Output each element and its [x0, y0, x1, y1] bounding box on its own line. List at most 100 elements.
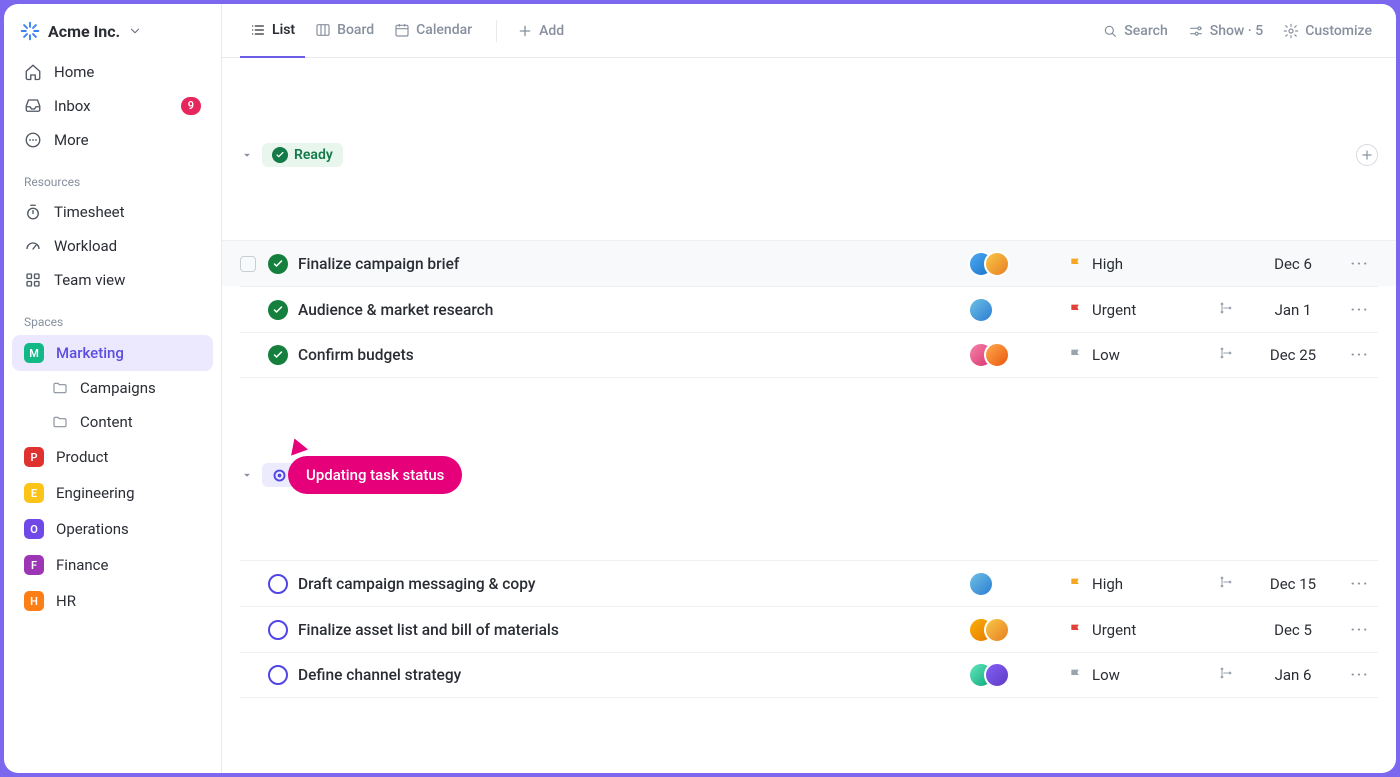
- workspace-switcher[interactable]: Acme Inc.: [12, 14, 213, 53]
- status-inprogress-icon[interactable]: [268, 665, 288, 685]
- nav-home[interactable]: Home: [12, 55, 213, 89]
- space-operations[interactable]: O Operations: [12, 511, 213, 547]
- group-header: Ready: [240, 68, 1378, 240]
- subtasks-cell[interactable]: [1208, 345, 1244, 365]
- row-more-button[interactable]: ···: [1342, 256, 1378, 272]
- flag-icon: [1068, 667, 1084, 683]
- status-done-icon[interactable]: [268, 254, 288, 274]
- add-view-button[interactable]: Add: [511, 19, 570, 43]
- space-label: Operations: [56, 520, 129, 538]
- view-tab-calendar[interactable]: Calendar: [384, 4, 482, 58]
- space-icon: P: [24, 447, 44, 467]
- main-panel: List Board Calendar Add Search Show · 5 …: [222, 4, 1396, 773]
- group-ready: Ready Finalize campaign brief High Dec 6…: [240, 68, 1378, 378]
- subtasks-cell[interactable]: [1208, 574, 1244, 594]
- row-more-button[interactable]: ···: [1342, 622, 1378, 638]
- task-row[interactable]: Draft campaign messaging & copy High Dec…: [240, 560, 1378, 606]
- task-row[interactable]: Define channel strategy Low Jan 6 ···: [240, 652, 1378, 698]
- priority-cell[interactable]: Low: [1068, 666, 1198, 684]
- priority-cell[interactable]: Urgent: [1068, 621, 1198, 639]
- status-done-icon[interactable]: [268, 345, 288, 365]
- row-checkbox[interactable]: [240, 256, 256, 272]
- priority-cell[interactable]: Urgent: [1068, 301, 1198, 319]
- row-more-button[interactable]: ···: [1342, 302, 1378, 318]
- task-name[interactable]: Finalize campaign brief: [298, 255, 958, 273]
- row-more-button[interactable]: ···: [1342, 667, 1378, 683]
- task-name[interactable]: Confirm budgets: [298, 346, 958, 364]
- avatar[interactable]: [984, 662, 1010, 688]
- task-row[interactable]: Finalize asset list and bill of material…: [240, 606, 1378, 652]
- view-tab-board[interactable]: Board: [305, 4, 384, 58]
- date-cell[interactable]: Dec 5: [1254, 621, 1332, 639]
- space-engineering[interactable]: E Engineering: [12, 475, 213, 511]
- date-cell[interactable]: Dec 25: [1254, 346, 1332, 364]
- folder-content[interactable]: Content: [12, 405, 213, 439]
- resource-team-view[interactable]: Team view: [12, 263, 213, 297]
- priority-cell[interactable]: High: [1068, 255, 1198, 273]
- inbox-icon: [24, 97, 42, 115]
- topbar: List Board Calendar Add Search Show · 5 …: [222, 4, 1396, 58]
- add-task-button[interactable]: [1356, 144, 1378, 166]
- group-label: Ready: [294, 147, 333, 163]
- avatar[interactable]: [968, 571, 994, 597]
- status-inprogress-icon[interactable]: [268, 574, 288, 594]
- search-button[interactable]: Search: [1096, 19, 1173, 43]
- status-done-icon[interactable]: [268, 300, 288, 320]
- app-logo-icon: [20, 21, 40, 41]
- show-button[interactable]: Show · 5: [1182, 19, 1269, 43]
- task-name[interactable]: Finalize asset list and bill of material…: [298, 621, 958, 639]
- space-icon: H: [24, 591, 44, 611]
- space-hr[interactable]: H HR: [12, 583, 213, 619]
- date-cell[interactable]: Dec 6: [1254, 255, 1332, 273]
- group-chip[interactable]: Ready: [262, 143, 343, 167]
- caret-down-icon[interactable]: [240, 400, 254, 550]
- grid-icon: [24, 271, 42, 289]
- resource-label: Team view: [54, 271, 125, 289]
- row-more-button[interactable]: ···: [1342, 576, 1378, 592]
- assignees-cell: [968, 297, 1058, 323]
- customize-button[interactable]: Customize: [1277, 19, 1378, 43]
- nav-more[interactable]: More: [12, 123, 213, 157]
- avatar[interactable]: [984, 342, 1010, 368]
- date-cell[interactable]: Jan 6: [1254, 666, 1332, 684]
- group-todo: To Do Schedule kickoff meeting High May …: [240, 708, 1378, 773]
- gauge-icon: [24, 237, 42, 255]
- date-cell[interactable]: Dec 15: [1254, 575, 1332, 593]
- avatar[interactable]: [968, 297, 994, 323]
- task-name[interactable]: Define channel strategy: [298, 666, 958, 684]
- avatar[interactable]: [984, 251, 1010, 277]
- priority-cell[interactable]: High: [1068, 575, 1198, 593]
- priority-cell[interactable]: Low: [1068, 346, 1198, 364]
- resource-timesheet[interactable]: Timesheet: [12, 195, 213, 229]
- avatar[interactable]: [984, 617, 1010, 643]
- task-row[interactable]: Finalize campaign brief High Dec 6 ···: [222, 240, 1396, 286]
- folder-campaigns[interactable]: Campaigns: [12, 371, 213, 405]
- subtasks-cell[interactable]: [1208, 300, 1244, 320]
- board-icon: [315, 22, 331, 38]
- task-name[interactable]: Audience & market research: [298, 301, 958, 319]
- view-tab-list[interactable]: List: [240, 4, 305, 58]
- task-row[interactable]: Confirm budgets Low Dec 25 ···: [240, 332, 1378, 378]
- priority-label: High: [1092, 575, 1123, 593]
- date-cell[interactable]: Jan 1: [1254, 301, 1332, 319]
- space-label: HR: [56, 592, 76, 610]
- priority-label: Urgent: [1092, 301, 1136, 319]
- space-marketing[interactable]: M Marketing: [12, 335, 213, 371]
- task-name[interactable]: Draft campaign messaging & copy: [298, 575, 958, 593]
- space-finance[interactable]: F Finance: [12, 547, 213, 583]
- status-callout: Updating task status: [288, 456, 462, 494]
- view-tab-label: List: [272, 22, 295, 38]
- caret-down-icon[interactable]: [240, 720, 254, 773]
- more-icon: [24, 131, 42, 149]
- resource-workload[interactable]: Workload: [12, 229, 213, 263]
- status-inprogress-icon[interactable]: [268, 620, 288, 640]
- row-more-button[interactable]: ···: [1342, 347, 1378, 363]
- subtasks-cell[interactable]: [1208, 665, 1244, 685]
- caret-down-icon[interactable]: [240, 80, 254, 230]
- nav-inbox[interactable]: Inbox 9: [12, 89, 213, 123]
- priority-label: Low: [1092, 346, 1120, 364]
- task-row[interactable]: Audience & market research Urgent Jan 1 …: [240, 286, 1378, 332]
- space-product[interactable]: P Product: [12, 439, 213, 475]
- space-icon: O: [24, 519, 44, 539]
- flag-icon: [1068, 347, 1084, 363]
